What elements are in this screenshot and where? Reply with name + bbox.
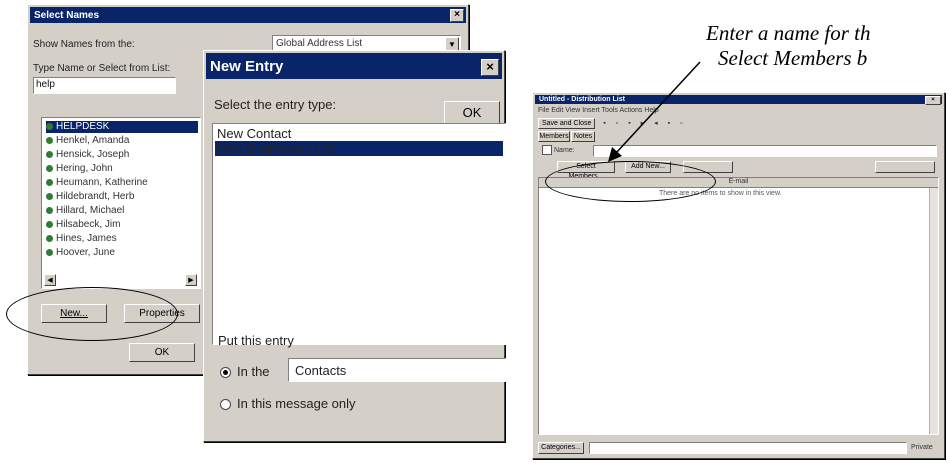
- list-item[interactable]: Hoover, June: [46, 247, 115, 259]
- type-name-value: help: [36, 79, 55, 90]
- contact-icon: [46, 136, 53, 144]
- new-button-highlight: [6, 287, 178, 341]
- select-names-close-button[interactable]: ×: [450, 9, 464, 22]
- list-item[interactable]: Hildebrandt, Herb: [46, 191, 134, 203]
- radio-on-icon: [220, 367, 231, 379]
- contact-icon: [46, 178, 53, 186]
- folder-select[interactable]: Contacts: [288, 358, 506, 382]
- list-item[interactable]: Heumann, Katherine: [46, 177, 148, 189]
- dl-title: Untitled - Distribution List: [539, 96, 625, 103]
- ok-button[interactable]: OK: [129, 343, 195, 362]
- select-names-title: Select Names: [34, 9, 100, 21]
- private-checkbox[interactable]: Private: [911, 444, 933, 451]
- dl-menubar[interactable]: File Edit View Insert Tools Actions Help: [538, 107, 659, 114]
- new-entry-close-button[interactable]: ×: [481, 59, 499, 76]
- list-item[interactable]: Hering, John: [46, 163, 113, 175]
- list-item[interactable]: HELPDESK: [46, 121, 198, 133]
- new-entry-titlebar: New Entry: [206, 53, 502, 79]
- radio-off-icon: [220, 399, 231, 411]
- members-list[interactable]: E-mail There are no items to show in thi…: [538, 177, 939, 435]
- dl-toolbar: Save and Close ▪ ▫ ▪ ▸ ◂ ▪ ▫: [538, 118, 758, 129]
- caption-line-2: Select Members b: [718, 46, 868, 70]
- contact-card-icon: [542, 145, 552, 155]
- names-list[interactable]: HELPDESK Henkel, Amanda Hensick, Joseph …: [41, 117, 201, 289]
- categories-button[interactable]: Categories...: [538, 442, 584, 454]
- new-entry-ok-button[interactable]: OK: [444, 101, 500, 125]
- new-entry-title: New Entry: [210, 57, 284, 75]
- dl-window-controls[interactable]: ×: [925, 96, 941, 105]
- toolbar-icons: ▪ ▫ ▪ ▸ ◂ ▪ ▫: [603, 120, 687, 127]
- list-item[interactable]: Hillard, Michael: [46, 205, 124, 217]
- contact-icon: [46, 164, 53, 172]
- dl-name-input[interactable]: [593, 145, 937, 157]
- contact-icon: [46, 150, 53, 158]
- list-item[interactable]: New Distribution List: [215, 141, 503, 156]
- new-entry-window: New Entry × Select the entry type: OK Ne…: [203, 50, 506, 442]
- select-members-highlight: [545, 161, 716, 202]
- list-item[interactable]: Henkel, Amanda: [46, 135, 129, 147]
- contact-icon: [46, 122, 53, 130]
- save-close-button[interactable]: Save and Close: [538, 118, 596, 129]
- distribution-list-window: Untitled - Distribution List × File Edit…: [532, 92, 945, 459]
- in-message-radio[interactable]: In this message only: [220, 396, 356, 411]
- select-type-label: Select the entry type:: [214, 97, 337, 112]
- contact-icon: [46, 248, 53, 256]
- show-names-label: Show Names from the:: [33, 39, 135, 50]
- contact-icon: [46, 206, 53, 214]
- contact-icon: [46, 192, 53, 200]
- folder-value: Contacts: [295, 363, 347, 378]
- members-scrollbar[interactable]: [929, 188, 938, 434]
- entry-type-list[interactable]: New Contact New Distribution List: [212, 123, 506, 345]
- address-book-value: Global Address List: [276, 38, 363, 49]
- list-item[interactable]: Hines, James: [46, 233, 117, 245]
- list-item[interactable]: Hensick, Joseph: [46, 149, 129, 161]
- list-item[interactable]: New Contact: [215, 126, 503, 141]
- type-name-input[interactable]: help: [33, 77, 176, 94]
- type-name-label: Type Name or Select from List:: [33, 63, 171, 74]
- list-item[interactable]: Hilsabeck, Jim: [46, 219, 120, 231]
- in-the-radio[interactable]: In the: [220, 364, 270, 379]
- name-label: Name:: [542, 145, 575, 155]
- categories-input[interactable]: [589, 442, 907, 454]
- tab-members[interactable]: Members: [538, 131, 570, 142]
- put-entry-label: Put this entry: [218, 333, 294, 348]
- scroll-left-button[interactable]: ◀: [44, 274, 56, 286]
- contact-icon: [46, 234, 53, 242]
- chevron-down-icon[interactable]: ▼: [445, 37, 459, 51]
- update-now-button[interactable]: [875, 161, 935, 173]
- select-names-titlebar: Select Names: [30, 7, 466, 23]
- contact-icon: [46, 220, 53, 228]
- tab-notes[interactable]: Notes: [571, 131, 595, 142]
- caption-line-1: Enter a name for th: [706, 21, 871, 45]
- caption: Enter a name for th Select Members b: [706, 21, 870, 71]
- scroll-right-button[interactable]: ▶: [185, 274, 197, 286]
- dl-titlebar: Untitled - Distribution List: [535, 95, 942, 104]
